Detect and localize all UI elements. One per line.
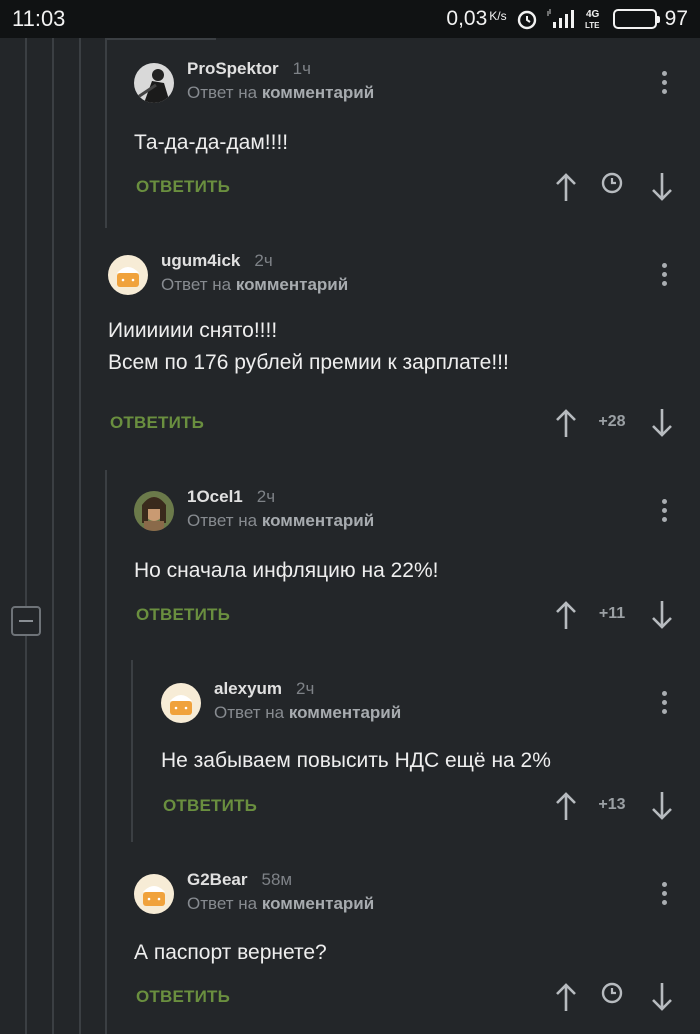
svg-text:4G: 4G: [586, 9, 600, 20]
reply-button[interactable]: ОТВЕТИТЬ: [136, 177, 230, 197]
reply-button[interactable]: ОТВЕТИТЬ: [136, 605, 230, 625]
vote-block: [554, 171, 674, 203]
comment-text: Иииииии снято!!!! Всем по 176 рублей пре…: [108, 319, 509, 374]
thread-line: [131, 660, 133, 842]
comment-author[interactable]: G2Bear 58м: [187, 870, 292, 890]
rating-count: +11: [598, 605, 626, 622]
reply-to-label: Ответ на комментарий: [187, 83, 375, 102]
comment-author[interactable]: ugum4ick 2ч: [161, 251, 273, 271]
more-options-icon[interactable]: [654, 686, 674, 720]
comment-text: Не забываем повысить НДС ещё на 2%: [161, 749, 551, 772]
vote-block: +13: [554, 790, 674, 822]
clock-icon: [584, 981, 640, 1010]
avatar[interactable]: [134, 874, 174, 914]
more-options-icon[interactable]: [654, 494, 674, 528]
downvote-icon[interactable]: [650, 790, 674, 822]
comment: ProSpektor 1ч Ответ на комментарий Та-да-…: [134, 59, 674, 213]
more-options-icon[interactable]: [654, 258, 674, 292]
comment-time: 1ч: [292, 59, 311, 78]
comment-author[interactable]: alexyum 2ч: [214, 679, 314, 699]
comment: ugum4ick 2ч Ответ на комментарий Иииииии …: [108, 251, 674, 440]
reply-to-label: Ответ на комментарий: [187, 894, 375, 913]
avatar[interactable]: [161, 683, 201, 723]
reply-to-label: Ответ на комментарий: [214, 703, 402, 722]
status-bar: 11:03 0,03 K/s 4G LTE 97: [0, 0, 700, 38]
reply-to-label: Ответ на комментарий: [187, 511, 375, 530]
vote-block: +28: [554, 407, 674, 439]
avatar[interactable]: [108, 255, 148, 295]
thread-line: [106, 38, 216, 40]
status-time: 11:03: [12, 6, 66, 31]
reply-button[interactable]: ОТВЕТИТЬ: [110, 413, 204, 433]
upvote-icon[interactable]: [554, 171, 578, 203]
network-speed-value: 0,03: [446, 7, 488, 30]
upvote-icon[interactable]: [554, 599, 578, 631]
reply-to-label: Ответ на комментарий: [161, 275, 349, 294]
comment: G2Bear 58м Ответ на комментарий А паспорт…: [134, 870, 674, 1014]
reply-to-link[interactable]: комментарий: [262, 894, 374, 913]
comment-text: Та-да-да-дам!!!!: [134, 131, 289, 154]
reply-button[interactable]: ОТВЕТИТЬ: [163, 796, 257, 816]
vote-block: +11: [554, 599, 674, 631]
comment-time: 2ч: [254, 251, 273, 270]
rating-count: +13: [598, 796, 626, 813]
upvote-icon[interactable]: [554, 407, 578, 439]
comment-time: 2ч: [296, 679, 315, 698]
comment-author[interactable]: ProSpektor 1ч: [187, 59, 311, 79]
rating-count: +28: [598, 413, 626, 430]
comment-time: 58м: [261, 870, 293, 889]
network-speed-unit: K/s: [489, 9, 507, 23]
reply-to-link[interactable]: комментарий: [262, 511, 374, 530]
upvote-icon[interactable]: [554, 790, 578, 822]
comment-author[interactable]: 1Ocel1 2ч: [187, 487, 275, 507]
battery-icon: [612, 9, 660, 29]
thread-line: [52, 38, 54, 1034]
avatar[interactable]: [134, 63, 174, 103]
upvote-icon[interactable]: [554, 981, 578, 1013]
more-options-icon[interactable]: [654, 66, 674, 100]
svg-text:LTE: LTE: [585, 21, 600, 30]
comment: 1Ocel1 2ч Ответ на комментарий Но сначала…: [134, 487, 674, 631]
network-type-icon: 4G LTE: [585, 7, 605, 31]
thread-line: [105, 38, 107, 228]
avatar[interactable]: [134, 491, 174, 531]
battery-level: 97: [664, 7, 688, 30]
thread-line: [79, 38, 81, 1034]
more-options-icon[interactable]: [654, 877, 674, 911]
downvote-icon[interactable]: [650, 407, 674, 439]
clock-icon: [584, 171, 640, 200]
reply-button[interactable]: ОТВЕТИТЬ: [136, 987, 230, 1007]
comment-time: 2ч: [256, 487, 276, 506]
network-speed: 0,03 K/s: [446, 7, 506, 31]
collapse-thread-button[interactable]: [11, 606, 41, 636]
reply-to-link[interactable]: комментарий: [262, 83, 374, 102]
signal-icon: [547, 8, 577, 30]
comment-text: А паспорт вернете?: [134, 941, 327, 964]
comment-text: Но сначала инфляцию на 22%!: [134, 559, 439, 582]
vote-block: [554, 981, 674, 1013]
thread-line: [105, 470, 107, 1034]
alarm-icon: [515, 7, 539, 31]
comment: alexyum 2ч Ответ на комментарий Не забыва…: [161, 679, 674, 823]
downvote-icon[interactable]: [650, 599, 674, 631]
downvote-icon[interactable]: [650, 171, 674, 203]
thread-line: [25, 38, 27, 1034]
reply-to-link[interactable]: комментарий: [236, 275, 348, 294]
reply-to-link[interactable]: комментарий: [289, 703, 401, 722]
downvote-icon[interactable]: [650, 981, 674, 1013]
